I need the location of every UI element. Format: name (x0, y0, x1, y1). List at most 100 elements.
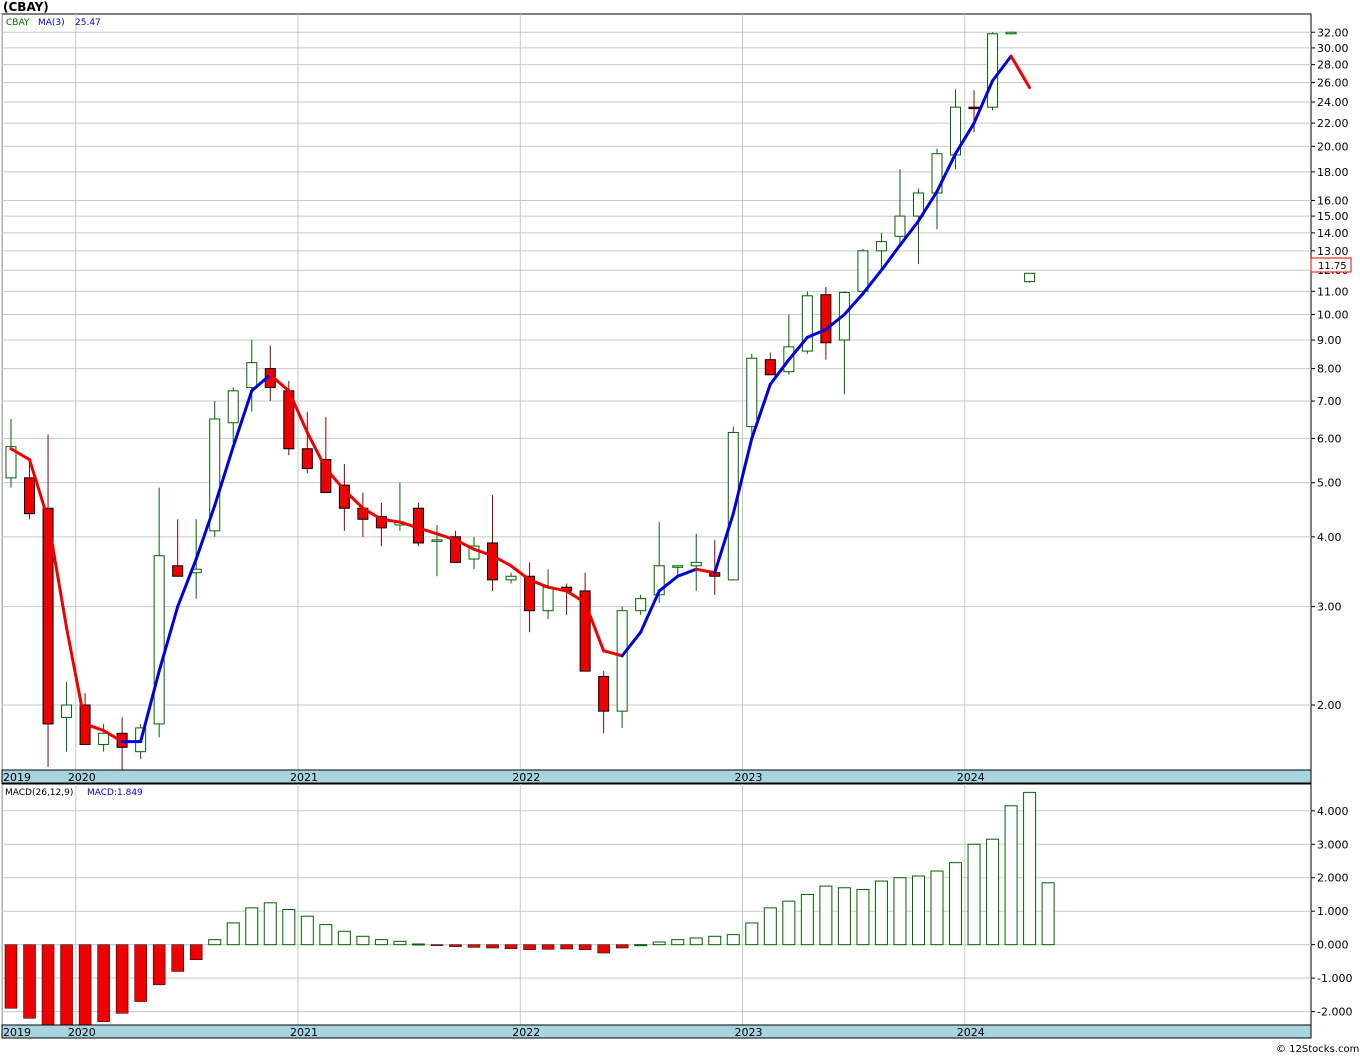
macd-bar-positive (411, 943, 425, 946)
macd-bar-negative (486, 944, 499, 949)
price-y-tick-label: 3.00 (1317, 601, 1342, 614)
candle-body-down (820, 294, 832, 344)
price-x-year-label: 2020 (68, 771, 96, 784)
price-x-year-label: 2021 (290, 771, 318, 784)
price-y-tick-label: 22.00 (1317, 117, 1349, 130)
price-x-year-label: 2024 (957, 771, 985, 784)
macd-bar-negative (4, 944, 18, 1009)
macd-bar-positive (819, 885, 833, 946)
price-y-tick-label: 8.00 (1317, 363, 1342, 376)
macd-bar-negative (449, 944, 462, 947)
price-y-tick-label: 14.00 (1317, 227, 1349, 240)
macd-bar-positive (337, 930, 351, 946)
ma-label: MA(3) (38, 18, 65, 28)
candle-body-up (1024, 272, 1036, 283)
macd-bar-positive (911, 875, 925, 946)
price-y-tick-label: 5.00 (1317, 477, 1342, 490)
price-y-tick-label: 9.00 (1317, 334, 1342, 347)
price-y-tick-label: 4.00 (1317, 531, 1342, 544)
copyright-label: © 12Stocks.com (1276, 1044, 1359, 1055)
candle-body-down (301, 448, 313, 470)
macd-bar-positive (1041, 882, 1055, 946)
candle-body-up (542, 586, 554, 612)
candle-body-up (857, 250, 869, 292)
macd-x-year-label: 2022 (512, 1026, 540, 1039)
candle-body-up (153, 555, 165, 725)
macd-y-tick-label: 1.000 (1317, 905, 1349, 918)
macd-bar-negative (41, 944, 55, 1026)
candle-body-up (746, 357, 758, 428)
candle-body-up (227, 390, 239, 424)
macd-x-year-label: 2021 (290, 1026, 318, 1039)
macd-bar-negative (152, 944, 166, 986)
candle-body-up (505, 575, 517, 581)
macd-bar-positive (949, 862, 963, 946)
macd-bar-positive (393, 940, 407, 946)
candle-body-up (727, 431, 739, 581)
price-y-tick-label: 28.00 (1317, 59, 1349, 72)
macd-bar-negative (189, 944, 203, 960)
macd-bar-negative (115, 944, 129, 1014)
candle-body-down (24, 477, 36, 515)
macd-bar-positive (634, 944, 648, 947)
macd-bar-positive (374, 939, 388, 946)
macd-bar-negative (615, 944, 629, 949)
macd-bar-negative (504, 944, 518, 949)
price-y-tick-label: 13.00 (1317, 245, 1349, 258)
macd-bar-positive (856, 888, 870, 946)
macd-label: MACD(26,12,9) (5, 788, 73, 798)
macd-bar-positive (226, 922, 240, 946)
macd-bar-positive (319, 924, 333, 946)
macd-bar-negative (430, 944, 444, 946)
macd-bar-positive (967, 843, 981, 946)
macd-value-label: MACD:1.849 (87, 788, 143, 798)
macd-x-year-label: 2023 (735, 1026, 763, 1039)
price-y-tick-label: 6.00 (1317, 432, 1342, 445)
candle-body-up (894, 215, 906, 237)
price-x-year-label: 2023 (735, 771, 763, 784)
macd-bar-negative (78, 944, 92, 1026)
candle-body-up (431, 539, 443, 542)
candle-body-down (598, 675, 610, 712)
macd-x-year-label: 2019 (3, 1026, 31, 1039)
macd-y-tick-label: -1.000 (1317, 972, 1352, 985)
macd-bar-positive (1023, 791, 1037, 946)
macd-bar-positive (671, 939, 685, 946)
macd-x-axis-band (1, 1024, 1312, 1039)
macd-bar-positive (893, 877, 907, 946)
macd-bar-negative (134, 944, 147, 1002)
price-y-tick-label: 7.00 (1317, 395, 1342, 408)
candle-body-up (690, 561, 702, 567)
macd-y-tick-label: 0.000 (1317, 939, 1349, 952)
last-price-label: 11.75 (1318, 261, 1347, 272)
candle-body-up (98, 732, 110, 745)
macd-bar-negative (560, 944, 573, 950)
macd-bar-negative (97, 944, 110, 1022)
candle-body-up (61, 704, 73, 718)
macd-bar-negative (597, 944, 610, 954)
macd-bar-positive (837, 887, 851, 946)
macd-y-tick-label: 2.000 (1317, 872, 1349, 885)
macd-y-tick-label: 4.000 (1317, 805, 1349, 818)
macd-y-axis: -2.000 -1.000 0.000 1.000 2.000 3.000 4.000 (1311, 805, 1352, 1019)
macd-bar-positive (708, 935, 722, 946)
macd-bar-positive (745, 922, 759, 946)
macd-bar-positive (800, 893, 814, 946)
price-y-tick-label: 11.00 (1317, 285, 1349, 298)
chart-title: (CBAY) (3, 0, 49, 14)
macd-bar-positive (282, 909, 296, 946)
price-x-year-label: 2019 (3, 771, 31, 784)
price-y-tick-label: 32.00 (1317, 26, 1349, 39)
macd-bar-positive (208, 939, 222, 946)
macd-bar-negative (523, 944, 536, 950)
macd-bar-positive (356, 935, 370, 946)
price-y-tick-label: 16.00 (1317, 194, 1349, 207)
macd-bar-negative (541, 944, 555, 950)
price-y-tick-label: 15.00 (1317, 210, 1349, 223)
candle-body-down (487, 542, 499, 581)
macd-panel-frame (1, 783, 1312, 1026)
stock-chart: 2.00 3.00 4.00 5.00 6.00 7.00 8.00 9.00 10.00 11.… (1, 0, 1359, 1055)
macd-bar-negative (23, 944, 36, 1019)
candle-body-up (616, 610, 628, 712)
macd-bar-positive (689, 937, 703, 946)
